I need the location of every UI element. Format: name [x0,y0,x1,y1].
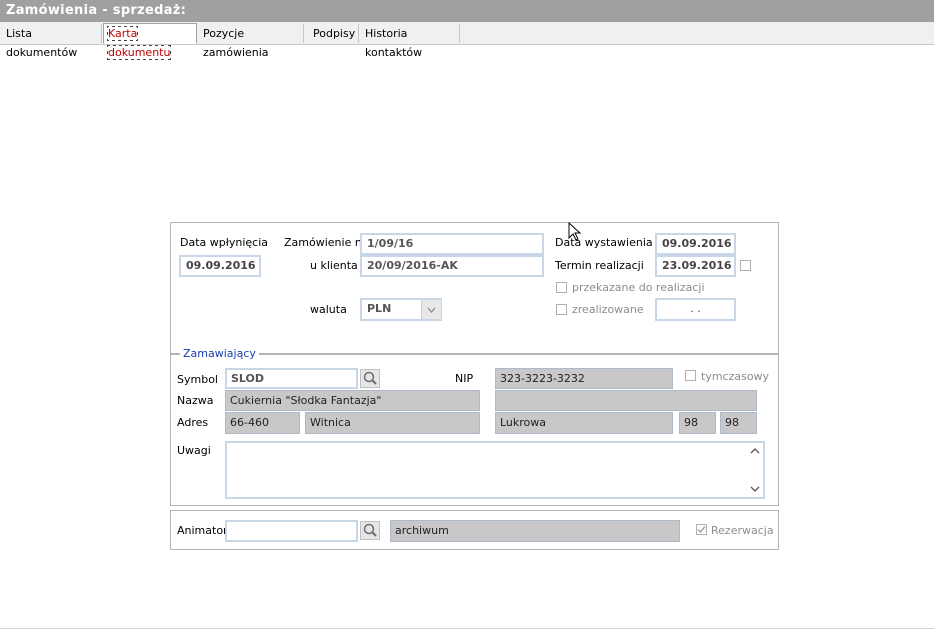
chevron-down-icon[interactable] [747,481,763,497]
animator-search-button[interactable] [360,521,380,540]
completed-checkbox[interactable] [556,304,567,315]
postal-code-field[interactable]: 66-460 [225,412,300,434]
orderer-legend: Zamawiający [180,347,259,360]
check-icon [697,526,706,534]
tab-document-list[interactable]: Lista dokumentów [2,24,102,59]
name-field[interactable]: Cukiernia "Słodka Fantazja" [225,390,480,411]
order-no-label: Zamówienie nr [284,236,367,249]
name-label: Nazwa [177,394,214,407]
reservation-checkbox[interactable] [696,524,707,535]
due-date-checkbox[interactable] [740,260,751,271]
animator-field[interactable] [225,520,358,542]
archive-field[interactable]: archiwum [390,520,680,542]
temporary-label: tymczasowy [701,370,770,383]
bottom-divider [0,628,934,629]
issue-date-field[interactable]: 09.09.2016 [655,233,736,255]
tab-strip: Lista dokumentów Karta dokumentu Pozycje… [0,22,934,60]
symbol-search-button[interactable] [360,369,380,388]
tab-order-items[interactable]: Pozycje zamówienia [199,24,304,59]
completed-label: zrealizowane [572,303,644,316]
notes-label: Uwagi [177,444,211,457]
window-title-bar: Zamówienia - sprzedaż: [0,0,934,22]
tab-contact-history[interactable]: Historia kontaktów [361,24,460,59]
animator-label: Animator [177,524,228,537]
flat-no-field[interactable]: 98 [720,412,757,434]
temporary-checkbox[interactable] [685,370,696,381]
symbol-label: Symbol [177,373,218,386]
nip-label: NIP [455,372,474,385]
due-date-field[interactable]: 23.09.2016 [655,255,736,277]
currency-dropdown-button[interactable] [421,300,441,319]
window-title: Zamówienia - sprzedaż: [6,3,187,18]
transferred-label: przekazane do realizacji [572,281,705,294]
reservation-label: Rezerwacja [711,524,774,537]
street-field[interactable]: Lukrowa [495,412,673,434]
nip-field[interactable]: 323-3223-3232 [495,368,673,389]
order-no-field[interactable]: 1/09/16 [360,233,544,255]
date-received-field[interactable]: 09.09.2016 [179,255,261,277]
tab-signatures[interactable]: Podpisy [309,24,359,43]
symbol-field[interactable]: SLOD [225,368,358,389]
magnifier-icon [363,523,377,537]
date-received-label: Data wpłynięcia [180,236,269,249]
name-extra-field[interactable] [495,390,757,411]
house-no-field[interactable]: 98 [679,412,716,434]
client-no-label: u klienta [310,259,358,272]
chevron-down-icon [427,307,436,313]
mouse-cursor-icon [568,222,582,241]
due-date-label: Termin realizacji [555,259,644,272]
completed-date-field[interactable]: . . [655,298,736,321]
city-field[interactable]: Witnica [305,412,480,434]
magnifier-icon [363,371,377,385]
currency-value: PLN [367,302,392,315]
notes-textarea[interactable] [225,441,765,499]
tab-document-card[interactable]: Karta dokumentu [103,23,197,60]
chevron-up-icon[interactable] [747,443,763,459]
currency-label: waluta [310,303,347,316]
client-no-field[interactable]: 20/09/2016-AK [360,255,544,277]
address-label: Adres [177,416,209,429]
transferred-checkbox[interactable] [556,282,567,293]
notes-scrollbar[interactable] [747,443,763,497]
